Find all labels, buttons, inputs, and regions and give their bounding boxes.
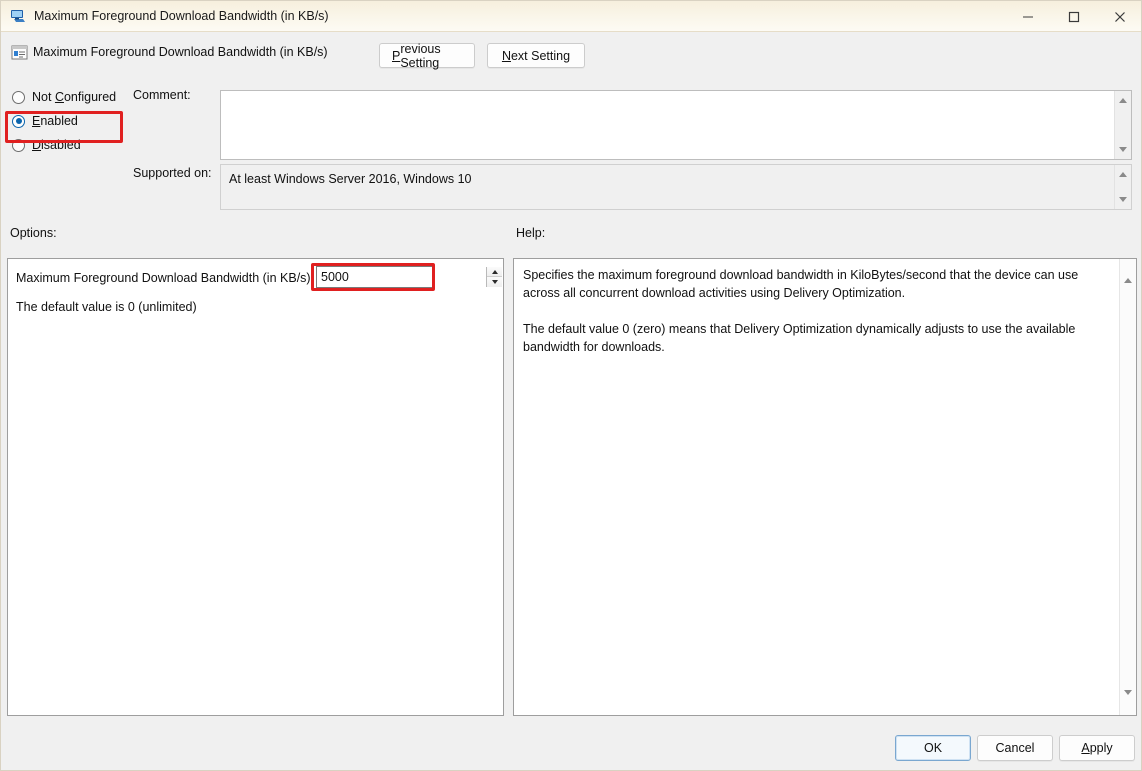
chevron-up-icon [1119,172,1127,177]
setting-header: Maximum Foreground Download Bandwidth (i… [1,32,1141,81]
supported-on-field: At least Windows Server 2016, Windows 10 [220,164,1132,210]
next-setting-label: ext Setting [510,48,571,63]
minimize-icon [1023,16,1033,17]
chevron-up-icon [1119,98,1127,103]
policy-setting-icon [11,45,28,60]
bandwidth-field-label: Maximum Foreground Download Bandwidth (i… [16,271,315,285]
title-bar: Maximum Foreground Download Bandwidth (i… [1,1,1141,32]
radio-not-configured[interactable]: Not Configured [1,85,131,109]
help-scrollbar[interactable] [1119,259,1136,715]
help-paragraph: The default value 0 (zero) means that De… [523,322,1076,354]
apply-button[interactable]: Apply [1059,735,1135,761]
radio-enabled-label: Enabled [32,114,78,128]
previous-setting-label: revious Setting [400,41,441,70]
previous-setting-button[interactable]: Previous Setting [379,41,475,70]
radio-enabled-indicator [12,114,25,128]
chevron-down-icon [491,280,498,284]
chevron-down-icon [1124,690,1132,712]
options-section-label: Options: [10,226,57,240]
supported-on-text: At least Windows Server 2016, Windows 10 [229,172,472,186]
help-text: Specifies the maximum foreground downloa… [514,259,1119,715]
radio-disabled-indicator [12,138,25,152]
help-paragraph: Specifies the maximum foreground downloa… [523,268,1079,300]
policy-state-radio-group: Not Configured Enabled Disabled [1,85,131,157]
chevron-down-icon [1119,147,1127,152]
radio-enabled[interactable]: Enabled [1,109,131,133]
comment-label: Comment: [133,88,191,102]
next-setting-accelerator: N [501,48,511,63]
help-panel: Specifies the maximum foreground downloa… [513,258,1137,716]
supported-scroll-down-button[interactable] [1115,192,1132,207]
ok-button-label: OK [923,741,943,755]
cancel-button[interactable]: Cancel [977,735,1053,761]
maximize-icon [1068,11,1080,22]
ok-button[interactable]: OK [895,735,971,761]
minimize-button[interactable] [1005,1,1051,32]
radio-disabled-label: Disabled [32,138,81,152]
chevron-down-icon [1119,197,1127,202]
group-policy-setting-dialog: Maximum Foreground Download Bandwidth (i… [0,0,1142,771]
bandwidth-spinner-buttons[interactable] [486,267,502,287]
comment-scroll-up-button[interactable] [1115,93,1132,108]
options-panel: Maximum Foreground Download Bandwidth (i… [7,258,504,716]
close-button[interactable] [1097,1,1141,32]
comment-text[interactable] [221,91,1114,159]
supported-on-label: Supported on: [133,166,212,180]
chevron-up-icon [1124,261,1132,283]
bandwidth-spinner[interactable] [316,266,502,288]
supported-scroll-up-button[interactable] [1115,167,1132,182]
supported-on-scrollbar[interactable] [1114,165,1131,209]
bandwidth-default-note: The default value is 0 (unlimited) [16,300,197,314]
close-icon [1115,11,1125,22]
help-scroll-down-button[interactable] [1124,690,1132,713]
radio-disabled[interactable]: Disabled [1,133,131,157]
chevron-up-icon [491,269,498,274]
bandwidth-decrement-button[interactable] [487,277,502,287]
computer-monitor-icon [11,10,25,22]
radio-not-configured-indicator [12,90,25,104]
apply-button-accelerator: A [1081,741,1090,755]
comment-field[interactable] [220,90,1132,160]
previous-setting-accelerator: P [392,48,401,63]
maximize-button[interactable] [1051,1,1097,32]
cancel-button-label: Cancel [995,741,1035,755]
bandwidth-increment-button[interactable] [487,267,502,277]
comment-scrollbar[interactable] [1114,91,1131,159]
help-scroll-up-button[interactable] [1124,261,1132,283]
radio-not-configured-label: Not Configured [32,90,117,104]
comment-scroll-down-button[interactable] [1115,142,1132,157]
next-setting-button[interactable]: Next Setting [487,43,585,68]
window-title: Maximum Foreground Download Bandwidth (i… [34,9,329,23]
setting-title: Maximum Foreground Download Bandwidth (i… [33,45,328,59]
bandwidth-input[interactable] [317,267,486,287]
apply-button-label: pply [1089,741,1113,755]
help-section-label: Help: [516,226,546,240]
